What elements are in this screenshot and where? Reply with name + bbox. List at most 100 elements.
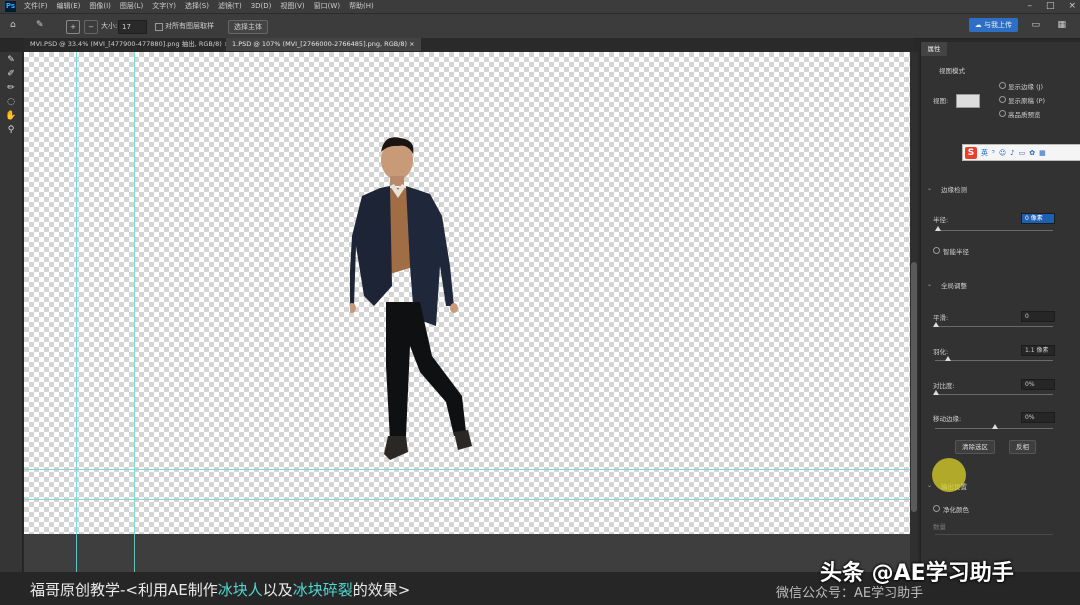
- close-icon[interactable]: ×: [1068, 0, 1076, 13]
- home-icon[interactable]: ⌂: [10, 19, 16, 31]
- menu-type[interactable]: 文字(Y): [152, 0, 176, 13]
- guide-horizontal[interactable]: [24, 499, 910, 500]
- skin-icon[interactable]: ✿: [1029, 149, 1035, 157]
- menu-filter[interactable]: 滤镜(T): [218, 0, 242, 13]
- menu-bar: Ps 文件(F) 编辑(E) 图像(I) 图层(L) 文字(Y) 选择(S) 滤…: [0, 0, 1080, 13]
- tab-1-psd[interactable]: 1.PSD @ 107% (MVI_[2766000-2766485].png,…: [226, 38, 421, 51]
- show-edge-label: 显示边缘 (J): [1008, 83, 1044, 91]
- window-controls: – □ ×: [1027, 0, 1076, 13]
- smooth-label: 平滑:: [933, 314, 949, 322]
- menu-image[interactable]: 图像(I): [89, 0, 111, 13]
- chevron-down-icon[interactable]: ⌄: [927, 185, 932, 192]
- menu-select[interactable]: 选择(S): [185, 0, 209, 13]
- ime-language[interactable]: 英: [981, 148, 988, 158]
- chevron-down-icon[interactable]: ⌄: [927, 281, 932, 288]
- menu-list: 文件(F) 编辑(E) 图像(I) 图层(L) 文字(Y) 选择(S) 滤镜(T…: [24, 0, 374, 13]
- sample-all-label: 对所有图层取样: [165, 22, 214, 30]
- clear-selection-button[interactable]: 清除选区: [955, 440, 995, 454]
- show-original-label: 显示原稿 (P): [1008, 97, 1046, 105]
- brush-tool-icon[interactable]: ✎: [36, 19, 44, 31]
- caption-suffix: 的效果>: [352, 581, 411, 599]
- guide-vertical[interactable]: [134, 52, 135, 572]
- maximize-icon[interactable]: □: [1046, 0, 1055, 13]
- global-refine-title: 全局调整: [941, 282, 967, 290]
- radius-input[interactable]: 0 像素: [1021, 213, 1055, 224]
- smooth-slider-handle[interactable]: [933, 322, 939, 327]
- menu-layer[interactable]: 图层(L): [120, 0, 143, 13]
- mouse-cursor-highlight: [932, 458, 966, 492]
- view-mode-title: 视图模式: [939, 67, 965, 75]
- emoji-icon[interactable]: ☺: [999, 149, 1006, 157]
- shift-edge-label: 移动边缘:: [933, 415, 962, 423]
- keyboard-icon[interactable]: ▭: [1019, 149, 1026, 157]
- decontaminate-label: 净化颜色: [943, 506, 969, 514]
- feather-slider[interactable]: [935, 360, 1053, 361]
- shift-edge-input[interactable]: 0%: [1021, 412, 1055, 423]
- tab-mvi-psd[interactable]: MVI.PSD @ 33.4% (MVI_[477900-477880].png…: [24, 38, 235, 51]
- smooth-input[interactable]: 0: [1021, 311, 1055, 322]
- toolbox-icon[interactable]: ▦: [1039, 149, 1046, 157]
- smooth-slider[interactable]: [935, 326, 1053, 327]
- brush-add-icon[interactable]: +: [66, 20, 80, 34]
- shift-edge-slider-handle[interactable]: [992, 424, 998, 429]
- show-edge-radio[interactable]: [999, 82, 1006, 89]
- brush-tool-icon[interactable]: ✏: [4, 82, 18, 94]
- canvas-area[interactable]: [24, 52, 910, 572]
- feather-slider-handle[interactable]: [945, 356, 951, 361]
- caption-highlight-1: 冰块人: [217, 581, 263, 599]
- contrast-label: 对比度:: [933, 382, 955, 390]
- ime-toolbar[interactable]: S 英 ⁵ ☺ ♪ ▭ ✿ ▦: [962, 144, 1080, 161]
- menu-file[interactable]: 文件(F): [24, 0, 48, 13]
- hq-preview-radio[interactable]: [999, 110, 1006, 117]
- amount-label: 数量: [933, 523, 946, 531]
- caption-prefix: 福哥原创教学-<利用AE制作: [30, 581, 218, 599]
- show-original-radio[interactable]: [999, 96, 1006, 103]
- person-cutout: [350, 137, 472, 460]
- menu-3d[interactable]: 3D(D): [251, 0, 272, 13]
- options-bar: ⌂ ✎ + − 大小: 17 对所有图层取样 选择主体 ☁ 与我上传 ▭ ▦: [0, 13, 1080, 39]
- feather-input[interactable]: 1.1 像素: [1021, 345, 1055, 356]
- decontaminate-checkbox[interactable]: [933, 505, 940, 512]
- smart-radius-checkbox[interactable]: [933, 247, 940, 254]
- workspace-icon[interactable]: ▭: [1031, 19, 1040, 31]
- hand-tool-icon[interactable]: ✋: [4, 110, 18, 122]
- hq-preview-label: 高品质预览: [1008, 111, 1041, 119]
- cloud-icon: ☁: [974, 21, 984, 29]
- menu-view[interactable]: 视图(V): [280, 0, 304, 13]
- amount-slider[interactable]: [935, 534, 1053, 535]
- size-input[interactable]: 17: [118, 20, 147, 34]
- view-label: 视图:: [933, 97, 949, 105]
- zoom-tool-icon[interactable]: ⚲: [4, 124, 18, 136]
- contrast-slider-handle[interactable]: [933, 390, 939, 395]
- radius-slider[interactable]: [935, 230, 1053, 231]
- chevron-down-icon[interactable]: ⌄: [927, 482, 932, 489]
- ime-logo: S: [965, 146, 977, 159]
- punctuation-icon[interactable]: ⁵: [992, 149, 995, 157]
- brush-subtract-icon[interactable]: −: [84, 20, 98, 34]
- photoshop-logo-icon[interactable]: Ps: [5, 1, 16, 12]
- lasso-tool-icon[interactable]: ◌: [4, 96, 18, 108]
- menu-edit[interactable]: 编辑(E): [57, 0, 81, 13]
- invert-button[interactable]: 反相: [1009, 440, 1036, 454]
- scrollbar-thumb[interactable]: [911, 262, 917, 512]
- radius-slider-handle[interactable]: [935, 226, 941, 231]
- refine-edge-brush-icon[interactable]: ✐: [4, 68, 18, 80]
- guide-vertical[interactable]: [76, 52, 77, 572]
- radius-label: 半径:: [933, 216, 949, 224]
- menu-window[interactable]: 窗口(W): [314, 0, 340, 13]
- canvas-scrollbar[interactable]: [910, 52, 918, 572]
- view-mode-thumbnail[interactable]: [956, 94, 980, 108]
- minimize-icon[interactable]: –: [1027, 0, 1032, 13]
- contrast-input[interactable]: 0%: [1021, 379, 1055, 390]
- share-button[interactable]: ☁ 与我上传: [968, 18, 1018, 32]
- quick-select-tool-icon[interactable]: ✎: [4, 54, 18, 66]
- tool-panel: ✎ ✐ ✏ ◌ ✋ ⚲: [0, 52, 23, 572]
- contrast-slider[interactable]: [935, 394, 1053, 395]
- menu-help[interactable]: 帮助(H): [349, 0, 374, 13]
- select-subject-button[interactable]: 选择主体: [228, 20, 268, 34]
- tab-properties[interactable]: 属性: [921, 42, 947, 56]
- microphone-icon[interactable]: ♪: [1010, 149, 1014, 157]
- panel-toggle-icon[interactable]: ▦: [1057, 19, 1066, 31]
- sample-all-checkbox[interactable]: [155, 23, 163, 31]
- size-label: 大小:: [101, 22, 118, 30]
